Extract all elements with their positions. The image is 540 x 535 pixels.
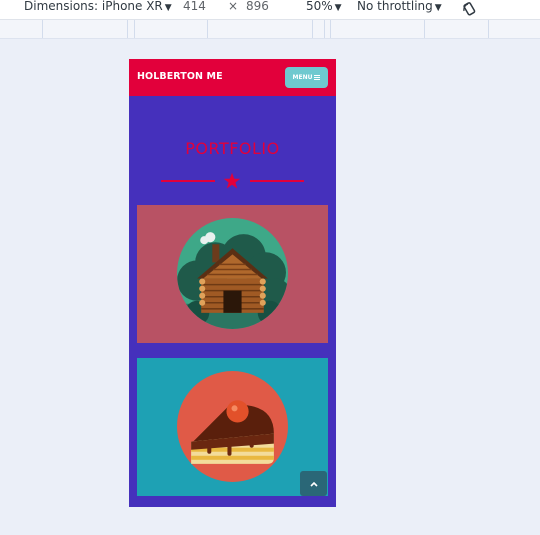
chevron-down-icon: ▼ bbox=[164, 3, 172, 13]
throttling-select[interactable]: No throttling ▼ bbox=[357, 0, 442, 19]
media-query-ruler bbox=[0, 20, 540, 39]
site-brand[interactable]: HOLBERTON ME bbox=[137, 71, 223, 82]
menu-label: MENU bbox=[292, 74, 313, 81]
menu-button[interactable]: MENU bbox=[285, 67, 328, 88]
rotate-icon[interactable] bbox=[462, 1, 478, 20]
zoom-select[interactable]: 50% ▼ bbox=[306, 0, 342, 19]
hamburger-icon bbox=[314, 75, 321, 80]
site-header: HOLBERTON ME MENU bbox=[129, 59, 336, 96]
chevron-down-icon: ▼ bbox=[334, 3, 342, 13]
cake-icon bbox=[177, 371, 288, 482]
scroll-to-top-button[interactable] bbox=[300, 471, 327, 496]
chevron-up-icon bbox=[309, 481, 318, 487]
device-dimensions-label: Dimensions: iPhone XR bbox=[24, 0, 163, 13]
star-icon bbox=[223, 172, 241, 189]
height-input[interactable]: 896 bbox=[246, 0, 269, 19]
cabin-icon bbox=[177, 218, 288, 329]
times-symbol: × bbox=[228, 0, 239, 13]
devtools-device-toolbar: Dimensions: iPhone XR ▼ 414 × 896 50% ▼ No… bbox=[0, 0, 540, 20]
device-select[interactable]: Dimensions: iPhone XR ▼ bbox=[24, 0, 172, 19]
portfolio-item-cabin[interactable] bbox=[137, 205, 328, 343]
zoom-label: 50% bbox=[306, 0, 333, 13]
device-viewport: HOLBERTON ME MENU PORTFOLIO bbox=[129, 59, 336, 507]
divider-line-left bbox=[161, 180, 215, 182]
throttling-label: No throttling bbox=[357, 0, 433, 13]
width-input[interactable]: 414 bbox=[183, 0, 206, 19]
title-divider bbox=[161, 172, 304, 190]
divider-line-right bbox=[250, 180, 304, 182]
portfolio-title: PORTFOLIO bbox=[185, 139, 280, 158]
chevron-down-icon: ▼ bbox=[434, 3, 442, 13]
